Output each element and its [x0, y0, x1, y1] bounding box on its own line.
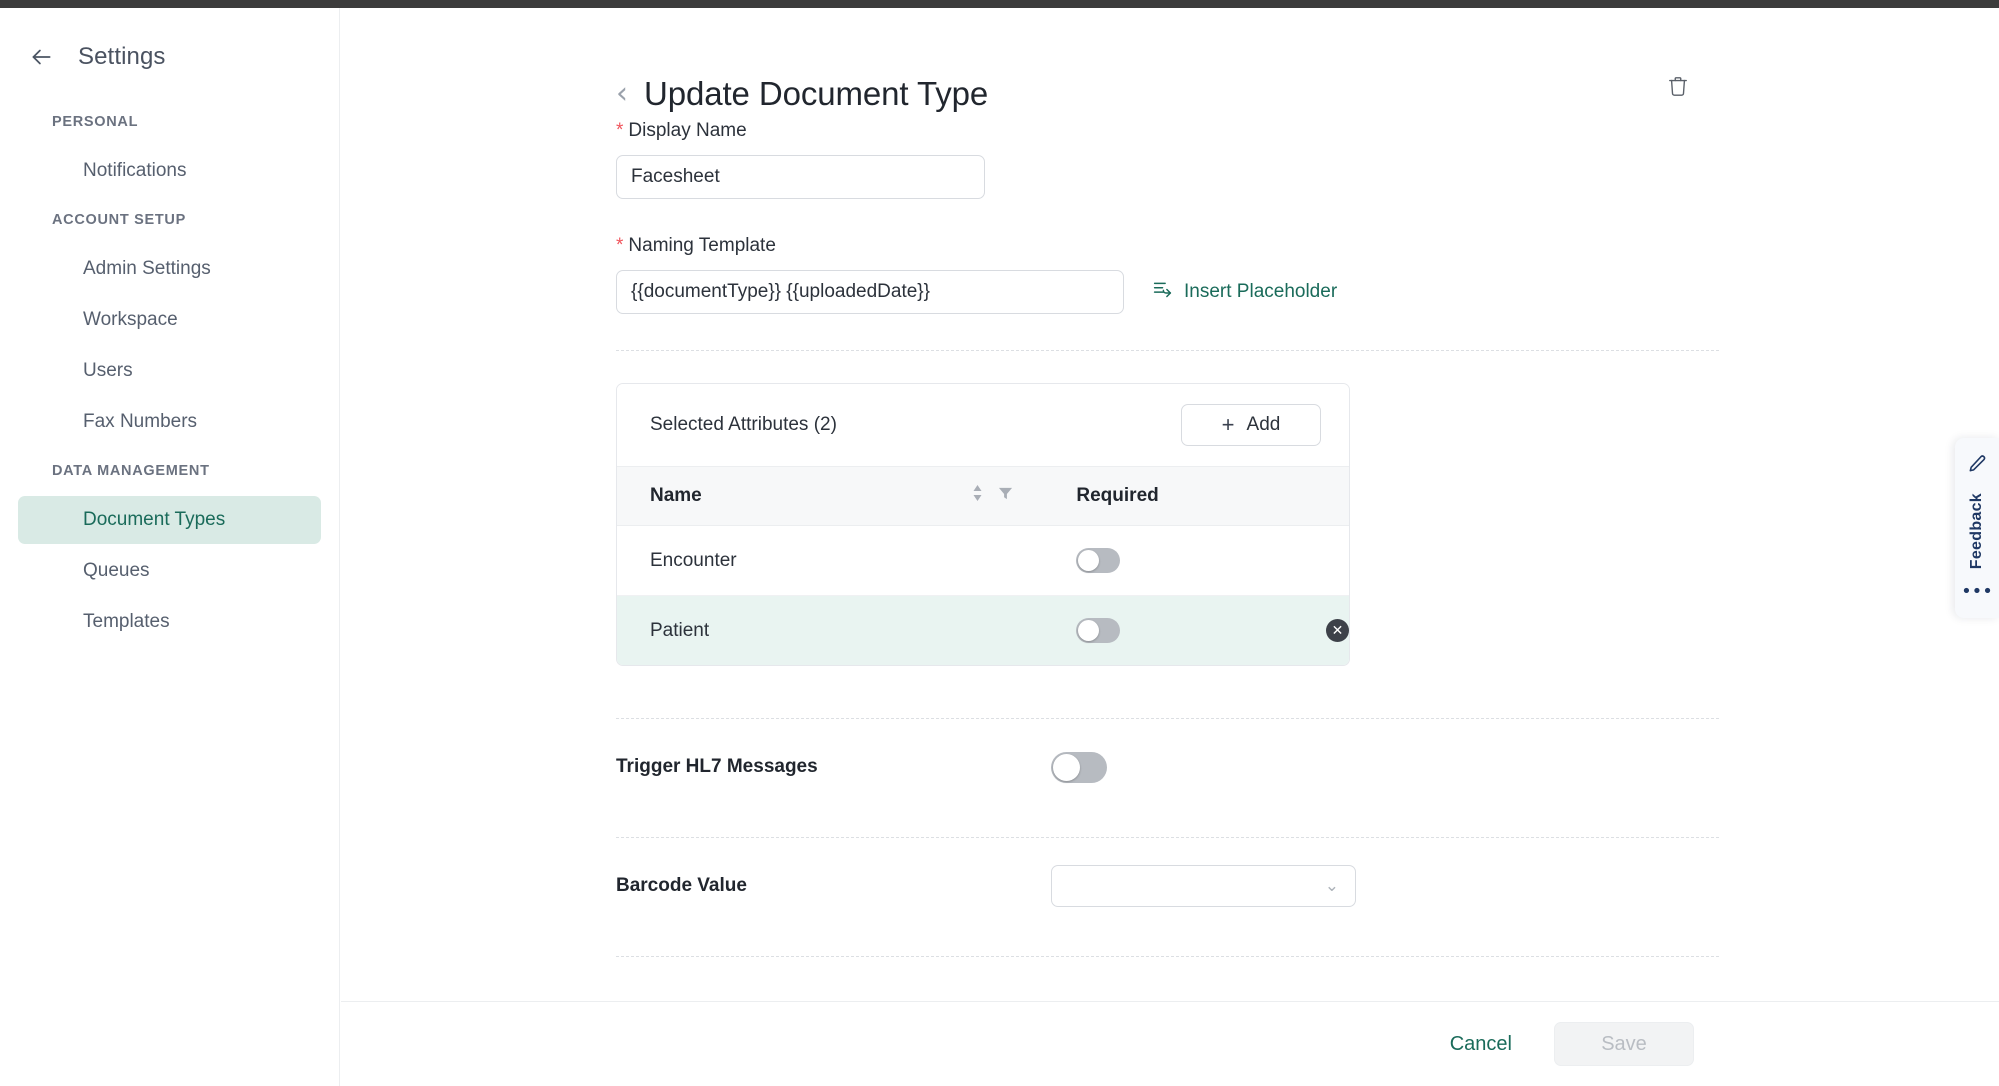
- remove-circle-icon[interactable]: ✕: [1326, 619, 1349, 643]
- toggle-knob: [1078, 550, 1100, 571]
- trigger-hl7-row: Trigger HL7 Messages: [616, 719, 1719, 815]
- app-root: Settings PERSONAL Notifications ACCOUNT …: [0, 0, 1999, 1086]
- arrow-left-icon[interactable]: [26, 42, 56, 72]
- attribute-required-cell: [1043, 525, 1271, 596]
- trigger-hl7-toggle[interactable]: [1051, 751, 1107, 783]
- sidebar-item-fax-numbers[interactable]: Fax Numbers: [18, 398, 321, 446]
- display-name-input[interactable]: [616, 155, 985, 199]
- attributes-table-head: Name Required: [617, 466, 1349, 526]
- required-toggle[interactable]: [1076, 618, 1121, 643]
- naming-template-input[interactable]: [616, 270, 1124, 314]
- sidebar-item-notifications[interactable]: Notifications: [18, 147, 321, 195]
- required-marker: *: [616, 120, 624, 141]
- naming-template-row: Insert Placeholder: [616, 270, 1719, 314]
- chevron-down-icon: ⌄: [1324, 875, 1339, 896]
- page-title: Update Document Type: [644, 75, 989, 112]
- table-row[interactable]: Patient ✕: [617, 595, 1349, 665]
- add-attribute-button[interactable]: + Add: [1181, 404, 1321, 446]
- filter-icon[interactable]: [998, 485, 1013, 507]
- naming-template-field-block: * Naming Template {{documentType}} {{upl…: [616, 235, 1719, 314]
- sidebar-item-document-types[interactable]: Document Types: [18, 496, 321, 544]
- attribute-name-cell: Patient: [617, 595, 1044, 665]
- settings-sidebar: Settings PERSONAL Notifications ACCOUNT …: [0, 8, 340, 1086]
- table-row[interactable]: Encounter: [617, 525, 1349, 596]
- sidebar-item-queues[interactable]: Queues: [18, 547, 321, 595]
- attribute-required-cell: [1043, 595, 1271, 665]
- feedback-tab[interactable]: Feedback •••: [1955, 438, 1999, 618]
- column-header-required: Required: [1043, 466, 1349, 526]
- attribute-remove-cell: ✕: [1270, 595, 1349, 665]
- sidebar-item-templates[interactable]: Templates: [18, 598, 321, 646]
- nav-group-data-management-label: DATA MANAGEMENT: [52, 463, 210, 479]
- attribute-remove-cell: [1270, 525, 1349, 596]
- form-body: *Display Name *Naming Template: [341, 120, 1999, 957]
- save-button[interactable]: Save: [1554, 1022, 1694, 1066]
- add-attribute-label: Add: [1246, 414, 1281, 435]
- attributes-table: Name Required Encounter Patient ✕: [617, 466, 1349, 665]
- toggle-knob: [1053, 753, 1080, 781]
- barcode-value-label: Barcode Value: [616, 875, 747, 896]
- feedback-more-icon[interactable]: •••: [1961, 583, 1993, 601]
- toggle-knob: [1078, 620, 1100, 641]
- naming-template-label: * Naming Template: [616, 235, 1719, 257]
- attributes-table-body: Encounter Patient ✕: [617, 525, 1349, 665]
- feedback-label: Feedback: [1968, 493, 1985, 570]
- sidebar-nav: PERSONAL Notifications ACCOUNT SETUP Adm…: [0, 100, 339, 646]
- nav-group-personal-label: PERSONAL: [52, 114, 139, 130]
- plus-icon: +: [1221, 412, 1235, 437]
- nav-group-account-setup-label: ACCOUNT SETUP: [52, 212, 186, 228]
- column-header-name: Name: [617, 466, 1044, 526]
- required-toggle[interactable]: [1076, 548, 1121, 573]
- divider-after-barcode-value: [616, 956, 1719, 957]
- barcode-value-row: Barcode Value ⌄: [616, 838, 1719, 934]
- sidebar-item-admin-settings[interactable]: Admin Settings: [18, 245, 321, 293]
- sidebar-item-workspace[interactable]: Workspace: [18, 296, 321, 344]
- sidebar-header: Settings: [0, 8, 339, 78]
- sort-icon[interactable]: [971, 484, 984, 508]
- sidebar-item-users[interactable]: Users: [18, 347, 321, 395]
- column-header-name-label: Name: [650, 485, 702, 506]
- required-marker: *: [616, 235, 624, 256]
- back-chevron-icon[interactable]: ‹: [616, 79, 628, 109]
- form-footer: Cancel Save: [341, 1001, 1999, 1086]
- barcode-value-select[interactable]: ⌄: [1051, 865, 1356, 907]
- sidebar-title: Settings: [78, 43, 166, 70]
- main-panel: ‹ Update Document Type * Display Name Fa…: [341, 8, 1999, 1086]
- cancel-button[interactable]: Cancel: [1432, 1023, 1530, 1066]
- display-name-label: * Display Name: [616, 120, 1719, 142]
- naming-template-label-text: Naming Template: [628, 235, 776, 256]
- pencil-icon: [1967, 454, 1987, 479]
- insert-placeholder-icon: [1152, 279, 1173, 306]
- trigger-hl7-label: Trigger HL7 Messages: [616, 756, 818, 777]
- column-header-name-icons: [971, 484, 1013, 508]
- trash-icon[interactable]: [1662, 70, 1694, 102]
- page-header: ‹ Update Document Type: [341, 8, 1999, 120]
- selected-attributes-title: Selected Attributes (2): [650, 414, 837, 435]
- insert-placeholder-label: Insert Placeholder: [1184, 281, 1338, 302]
- selected-attributes-header: Selected Attributes (2) + Add: [617, 384, 1349, 466]
- table-header-row: Name Required: [617, 466, 1349, 526]
- divider-after-naming-template: [616, 350, 1719, 351]
- top-chrome-strip: [0, 0, 1999, 8]
- display-name-label-text: Display Name: [628, 120, 747, 141]
- insert-placeholder-button[interactable]: Insert Placeholder: [1152, 279, 1337, 306]
- display-name-field-block: * Display Name: [616, 120, 1719, 199]
- attribute-name-cell: Encounter: [617, 525, 1044, 596]
- selected-attributes-card: Selected Attributes (2) + Add Name Requi…: [616, 383, 1350, 666]
